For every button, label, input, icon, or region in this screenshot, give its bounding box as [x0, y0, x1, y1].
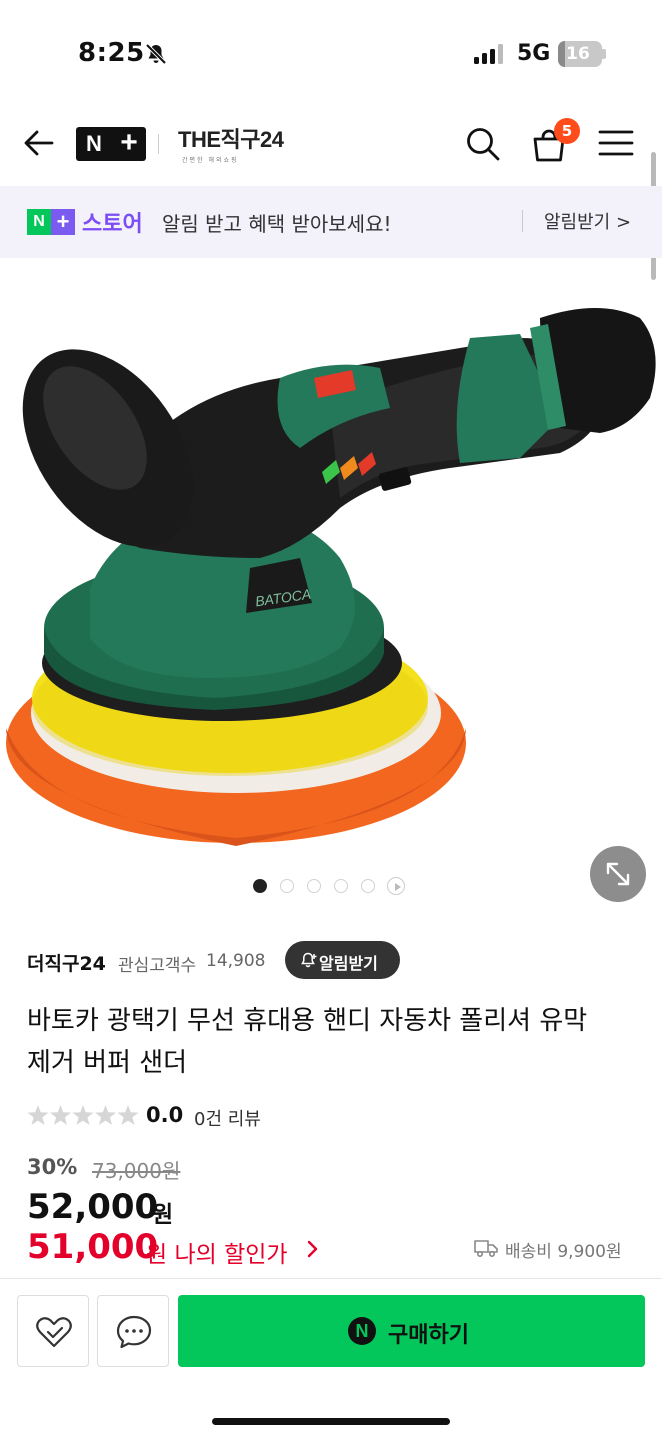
network-type: 5G — [517, 41, 551, 66]
star-icon — [50, 1105, 71, 1125]
chevron-right-icon[interactable] — [306, 1239, 320, 1259]
gallery-dot[interactable] — [253, 879, 267, 893]
store-logo[interactable]: THE직구24 간편한 해외쇼핑 — [178, 122, 284, 166]
plus-mark: + — [51, 209, 75, 235]
naver-n-mark: N — [86, 131, 102, 156]
rating-stars — [27, 1105, 139, 1125]
buy-button-label: 구매하기 — [388, 1323, 469, 1348]
review-count-link[interactable]: 0건 리뷰 — [194, 1105, 261, 1131]
gallery-dot[interactable] — [361, 879, 375, 893]
star-icon — [72, 1105, 94, 1125]
store-label: 스토어 — [82, 212, 143, 237]
gallery-dot[interactable] — [280, 879, 294, 893]
chat-bubble-icon — [116, 1315, 152, 1349]
video-play-icon[interactable] — [387, 877, 405, 895]
naver-plus-store-logo: N + — [27, 209, 75, 235]
like-button[interactable] — [17, 1295, 89, 1367]
bottom-bar-divider — [0, 1278, 662, 1279]
bell-plus-icon — [301, 952, 317, 968]
banner-divider — [522, 210, 523, 232]
naver-pay-icon: N — [348, 1317, 376, 1345]
chat-button[interactable] — [97, 1295, 169, 1367]
gallery-dot[interactable] — [334, 879, 348, 893]
battery-icon: 16 — [558, 41, 602, 67]
seller-alarm-label: 알림받기 — [319, 954, 378, 973]
store-notice-banner[interactable]: N + 스토어 알림 받고 혜택 받아보세요! 알림받기 > — [0, 186, 662, 258]
image-pagination-dots — [253, 877, 413, 897]
discount-rate: 30% — [27, 1155, 78, 1179]
banner-notify-link[interactable]: 알림받기 > — [544, 208, 631, 234]
star-icon — [27, 1105, 49, 1125]
status-bar: 8:25 5G 16 — [0, 0, 662, 100]
store-logo-subtext: 간편한 해외쇼핑 — [182, 157, 239, 164]
top-navigation: N + THE직구24 간편한 해외쇼핑 5 — [0, 108, 662, 182]
original-price: 73,000원 — [92, 1159, 181, 1183]
bell-muted-icon — [145, 43, 167, 65]
cart-count-badge: 5 — [554, 118, 580, 144]
back-arrow-icon[interactable] — [22, 126, 56, 160]
seller-name[interactable]: 더직구24 — [27, 949, 106, 976]
sale-price: 52,000 — [27, 1187, 159, 1227]
gallery-dot[interactable] — [307, 879, 321, 893]
battery-percent: 16 — [566, 44, 590, 64]
store-logo-text: THE직구24 — [178, 127, 284, 152]
my-discount-label[interactable]: 원 나의 할인가 — [146, 1235, 288, 1269]
rating-score: 0.0 — [146, 1103, 184, 1127]
shipping-fee: 배송비 9,900원 — [505, 1242, 622, 1262]
heart-check-icon — [36, 1317, 72, 1348]
home-indicator[interactable] — [212, 1418, 450, 1425]
sale-price-unit: 원 — [152, 1202, 174, 1228]
star-icon — [117, 1105, 139, 1125]
star-icon — [95, 1105, 116, 1125]
buy-button[interactable]: N 구매하기 — [178, 1295, 645, 1367]
cellular-signal-icon — [474, 44, 503, 64]
product-title-line-1: 바토카 광택기 무선 휴대용 핸디 자동차 폴리셔 유막 — [27, 1006, 588, 1036]
my-discount-price[interactable]: 51,000 — [27, 1227, 158, 1267]
delivery-truck-icon — [474, 1240, 498, 1258]
plus-mark: + — [120, 126, 138, 159]
search-icon[interactable] — [464, 125, 502, 163]
seller-fav-label: 관심고객수 — [118, 956, 197, 976]
product-title: 바토카 광택기 무선 휴대용 핸디 자동차 폴리셔 유막 제거 버퍼 샌더 — [27, 1000, 627, 1084]
expand-image-button[interactable] — [590, 846, 646, 902]
naver-n-mark: N — [27, 209, 51, 235]
polisher-illustration: BATOCA — [6, 308, 656, 846]
product-title-line-2: 제거 버퍼 샌더 — [27, 1048, 188, 1078]
battery-cap — [602, 49, 606, 59]
status-time: 8:25 — [78, 38, 145, 68]
product-image[interactable]: BATOCA — [0, 258, 662, 908]
seller-alarm-button[interactable]: 알림받기 — [285, 941, 400, 979]
naver-plus-logo[interactable]: N + — [76, 127, 146, 161]
seller-fav-count: 14,908 — [206, 951, 266, 971]
banner-message: 알림 받고 혜택 받아보세요! — [162, 212, 392, 236]
menu-icon[interactable] — [598, 128, 634, 158]
header-divider — [158, 134, 159, 154]
expand-arrows-icon — [606, 862, 630, 886]
